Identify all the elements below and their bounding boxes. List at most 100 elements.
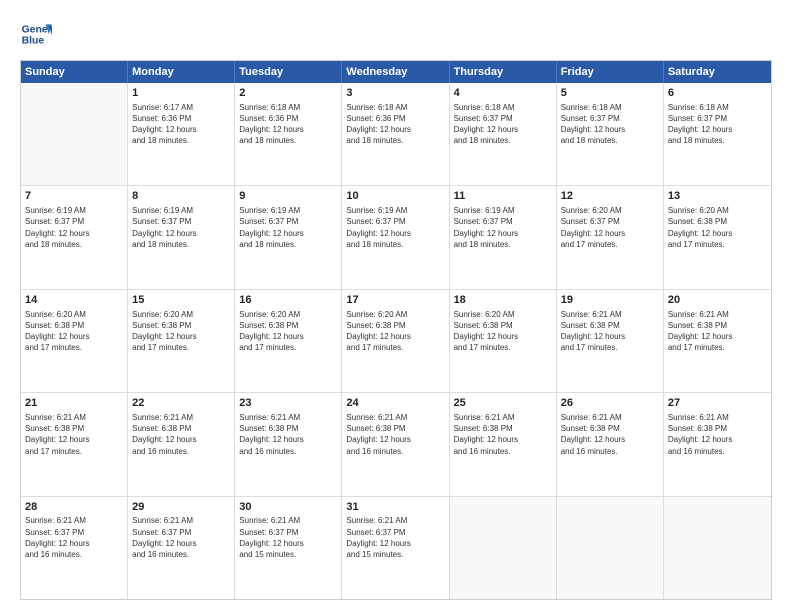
cal-cell-3-2: 23Sunrise: 6:21 AM Sunset: 6:38 PM Dayli…: [235, 393, 342, 495]
calendar-header: SundayMondayTuesdayWednesdayThursdayFrid…: [21, 61, 771, 83]
day-info: Sunrise: 6:21 AM Sunset: 6:37 PM Dayligh…: [346, 515, 444, 560]
day-info: Sunrise: 6:21 AM Sunset: 6:38 PM Dayligh…: [346, 412, 444, 457]
cal-cell-2-6: 20Sunrise: 6:21 AM Sunset: 6:38 PM Dayli…: [664, 290, 771, 392]
day-info: Sunrise: 6:21 AM Sunset: 6:37 PM Dayligh…: [25, 515, 123, 560]
day-info: Sunrise: 6:21 AM Sunset: 6:38 PM Dayligh…: [668, 309, 767, 354]
cal-header-day-sunday: Sunday: [21, 61, 128, 83]
day-info: Sunrise: 6:18 AM Sunset: 6:36 PM Dayligh…: [346, 102, 444, 147]
day-info: Sunrise: 6:19 AM Sunset: 6:37 PM Dayligh…: [132, 205, 230, 250]
cal-cell-1-6: 13Sunrise: 6:20 AM Sunset: 6:38 PM Dayli…: [664, 186, 771, 288]
day-number: 1: [132, 86, 230, 101]
day-info: Sunrise: 6:19 AM Sunset: 6:37 PM Dayligh…: [454, 205, 552, 250]
day-number: 2: [239, 86, 337, 101]
cal-cell-3-0: 21Sunrise: 6:21 AM Sunset: 6:38 PM Dayli…: [21, 393, 128, 495]
day-info: Sunrise: 6:21 AM Sunset: 6:37 PM Dayligh…: [132, 515, 230, 560]
cal-row-2: 14Sunrise: 6:20 AM Sunset: 6:38 PM Dayli…: [21, 290, 771, 393]
cal-row-1: 7Sunrise: 6:19 AM Sunset: 6:37 PM Daylig…: [21, 186, 771, 289]
day-number: 3: [346, 86, 444, 101]
day-info: Sunrise: 6:20 AM Sunset: 6:37 PM Dayligh…: [561, 205, 659, 250]
day-number: 21: [25, 396, 123, 411]
cal-cell-3-5: 26Sunrise: 6:21 AM Sunset: 6:38 PM Dayli…: [557, 393, 664, 495]
day-number: 6: [668, 86, 767, 101]
cal-cell-1-0: 7Sunrise: 6:19 AM Sunset: 6:37 PM Daylig…: [21, 186, 128, 288]
cal-cell-1-4: 11Sunrise: 6:19 AM Sunset: 6:37 PM Dayli…: [450, 186, 557, 288]
day-info: Sunrise: 6:19 AM Sunset: 6:37 PM Dayligh…: [25, 205, 123, 250]
day-info: Sunrise: 6:18 AM Sunset: 6:37 PM Dayligh…: [454, 102, 552, 147]
cal-cell-4-3: 31Sunrise: 6:21 AM Sunset: 6:37 PM Dayli…: [342, 497, 449, 599]
day-number: 22: [132, 396, 230, 411]
logo: General Blue: [20, 18, 56, 50]
day-number: 9: [239, 189, 337, 204]
cal-header-day-tuesday: Tuesday: [235, 61, 342, 83]
calendar-body: 1Sunrise: 6:17 AM Sunset: 6:36 PM Daylig…: [21, 83, 771, 599]
day-number: 4: [454, 86, 552, 101]
day-info: Sunrise: 6:19 AM Sunset: 6:37 PM Dayligh…: [239, 205, 337, 250]
cal-row-0: 1Sunrise: 6:17 AM Sunset: 6:36 PM Daylig…: [21, 83, 771, 186]
cal-cell-2-2: 16Sunrise: 6:20 AM Sunset: 6:38 PM Dayli…: [235, 290, 342, 392]
day-info: Sunrise: 6:21 AM Sunset: 6:37 PM Dayligh…: [239, 515, 337, 560]
cal-row-3: 21Sunrise: 6:21 AM Sunset: 6:38 PM Dayli…: [21, 393, 771, 496]
day-number: 7: [25, 189, 123, 204]
cal-cell-3-3: 24Sunrise: 6:21 AM Sunset: 6:38 PM Dayli…: [342, 393, 449, 495]
calendar: SundayMondayTuesdayWednesdayThursdayFrid…: [20, 60, 772, 600]
day-number: 30: [239, 500, 337, 515]
day-info: Sunrise: 6:19 AM Sunset: 6:37 PM Dayligh…: [346, 205, 444, 250]
day-number: 15: [132, 293, 230, 308]
cal-cell-4-1: 29Sunrise: 6:21 AM Sunset: 6:37 PM Dayli…: [128, 497, 235, 599]
cal-cell-0-1: 1Sunrise: 6:17 AM Sunset: 6:36 PM Daylig…: [128, 83, 235, 185]
day-info: Sunrise: 6:21 AM Sunset: 6:38 PM Dayligh…: [25, 412, 123, 457]
day-info: Sunrise: 6:21 AM Sunset: 6:38 PM Dayligh…: [561, 412, 659, 457]
day-info: Sunrise: 6:18 AM Sunset: 6:37 PM Dayligh…: [561, 102, 659, 147]
cal-cell-2-3: 17Sunrise: 6:20 AM Sunset: 6:38 PM Dayli…: [342, 290, 449, 392]
day-info: Sunrise: 6:20 AM Sunset: 6:38 PM Dayligh…: [25, 309, 123, 354]
day-number: 27: [668, 396, 767, 411]
svg-text:Blue: Blue: [22, 36, 45, 47]
day-info: Sunrise: 6:21 AM Sunset: 6:38 PM Dayligh…: [668, 412, 767, 457]
cal-header-day-saturday: Saturday: [664, 61, 771, 83]
cal-cell-0-0: [21, 83, 128, 185]
day-info: Sunrise: 6:20 AM Sunset: 6:38 PM Dayligh…: [346, 309, 444, 354]
cal-header-day-friday: Friday: [557, 61, 664, 83]
day-number: 8: [132, 189, 230, 204]
day-info: Sunrise: 6:20 AM Sunset: 6:38 PM Dayligh…: [132, 309, 230, 354]
cal-cell-3-1: 22Sunrise: 6:21 AM Sunset: 6:38 PM Dayli…: [128, 393, 235, 495]
day-number: 5: [561, 86, 659, 101]
cal-cell-4-2: 30Sunrise: 6:21 AM Sunset: 6:37 PM Dayli…: [235, 497, 342, 599]
day-number: 28: [25, 500, 123, 515]
day-number: 13: [668, 189, 767, 204]
day-number: 31: [346, 500, 444, 515]
day-info: Sunrise: 6:18 AM Sunset: 6:36 PM Dayligh…: [239, 102, 337, 147]
cal-header-day-monday: Monday: [128, 61, 235, 83]
cal-cell-0-4: 4Sunrise: 6:18 AM Sunset: 6:37 PM Daylig…: [450, 83, 557, 185]
cal-header-day-wednesday: Wednesday: [342, 61, 449, 83]
cal-cell-3-4: 25Sunrise: 6:21 AM Sunset: 6:38 PM Dayli…: [450, 393, 557, 495]
cal-cell-0-6: 6Sunrise: 6:18 AM Sunset: 6:37 PM Daylig…: [664, 83, 771, 185]
cal-cell-1-5: 12Sunrise: 6:20 AM Sunset: 6:37 PM Dayli…: [557, 186, 664, 288]
day-info: Sunrise: 6:21 AM Sunset: 6:38 PM Dayligh…: [454, 412, 552, 457]
day-info: Sunrise: 6:20 AM Sunset: 6:38 PM Dayligh…: [454, 309, 552, 354]
day-number: 16: [239, 293, 337, 308]
cal-cell-4-0: 28Sunrise: 6:21 AM Sunset: 6:37 PM Dayli…: [21, 497, 128, 599]
cal-cell-3-6: 27Sunrise: 6:21 AM Sunset: 6:38 PM Dayli…: [664, 393, 771, 495]
day-info: Sunrise: 6:17 AM Sunset: 6:36 PM Dayligh…: [132, 102, 230, 147]
day-number: 19: [561, 293, 659, 308]
cal-cell-0-3: 3Sunrise: 6:18 AM Sunset: 6:36 PM Daylig…: [342, 83, 449, 185]
day-info: Sunrise: 6:20 AM Sunset: 6:38 PM Dayligh…: [668, 205, 767, 250]
cal-header-day-thursday: Thursday: [450, 61, 557, 83]
cal-cell-2-1: 15Sunrise: 6:20 AM Sunset: 6:38 PM Dayli…: [128, 290, 235, 392]
day-number: 23: [239, 396, 337, 411]
cal-cell-4-6: [664, 497, 771, 599]
cal-cell-0-5: 5Sunrise: 6:18 AM Sunset: 6:37 PM Daylig…: [557, 83, 664, 185]
day-number: 10: [346, 189, 444, 204]
page: General Blue SundayMondayTuesdayWednesda…: [0, 0, 792, 612]
day-info: Sunrise: 6:21 AM Sunset: 6:38 PM Dayligh…: [132, 412, 230, 457]
day-info: Sunrise: 6:21 AM Sunset: 6:38 PM Dayligh…: [239, 412, 337, 457]
day-number: 20: [668, 293, 767, 308]
day-number: 25: [454, 396, 552, 411]
day-number: 14: [25, 293, 123, 308]
day-number: 11: [454, 189, 552, 204]
cal-row-4: 28Sunrise: 6:21 AM Sunset: 6:37 PM Dayli…: [21, 497, 771, 599]
cal-cell-2-0: 14Sunrise: 6:20 AM Sunset: 6:38 PM Dayli…: [21, 290, 128, 392]
day-number: 12: [561, 189, 659, 204]
cal-cell-1-1: 8Sunrise: 6:19 AM Sunset: 6:37 PM Daylig…: [128, 186, 235, 288]
